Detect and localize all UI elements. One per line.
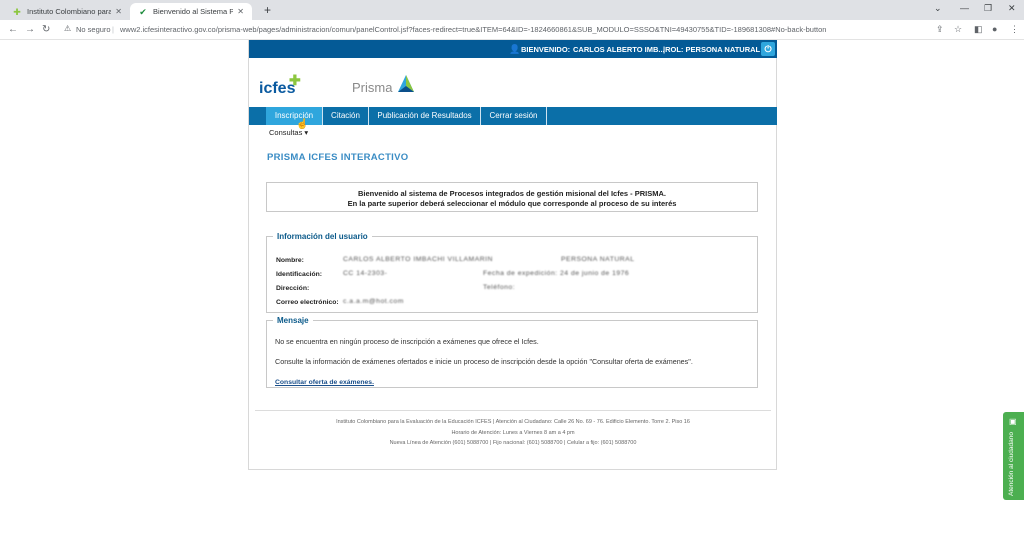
user-icon: 👤 bbox=[509, 44, 521, 54]
tab-title: Bienvenido al Sistema PRISMA bbox=[153, 7, 234, 16]
rol-value: PERSONA NATURAL bbox=[561, 256, 635, 263]
telefono-value: Teléfono: bbox=[483, 284, 516, 291]
welcome-label: BIENVENIDO: bbox=[521, 45, 571, 54]
welcome-box: Bienvenido al sistema de Procesos integr… bbox=[266, 182, 758, 212]
chat-icon: ▣ bbox=[1009, 417, 1017, 426]
menu-kebab-icon[interactable]: ⋮ bbox=[1010, 24, 1019, 35]
tab-title: Instituto Colombiano para la Eva bbox=[27, 7, 112, 16]
icfes-favicon-icon: ✚ bbox=[13, 6, 21, 17]
browser-tab-strip: ✚ Instituto Colombiano para la Eva ✕ ✔ B… bbox=[0, 0, 1024, 20]
footer-address: Instituto Colombiano para la Evaluación … bbox=[336, 419, 690, 425]
side-panel-icon[interactable]: ◧ bbox=[974, 24, 983, 35]
close-tab-icon[interactable]: ✕ bbox=[237, 7, 244, 16]
user-info-fieldset: Información del usuario Nombre: CARLOS A… bbox=[266, 232, 758, 313]
divider: | bbox=[112, 25, 114, 34]
correo-value: c.a.a.m@hot.com bbox=[343, 298, 404, 305]
tab-search-chevron-icon[interactable]: ⌄ bbox=[934, 3, 942, 14]
user-info-legend: Información del usuario bbox=[277, 232, 368, 241]
message-line-2: Consulte la información de exámenes ofer… bbox=[275, 357, 693, 366]
back-icon[interactable]: ← bbox=[8, 24, 18, 35]
correo-label: Correo electrónico: bbox=[276, 299, 339, 306]
browser-tab-icfes[interactable]: ✚ Instituto Colombiano para la Eva ✕ bbox=[4, 3, 130, 20]
profile-icon[interactable]: ● bbox=[992, 24, 997, 34]
new-tab-icon[interactable]: + bbox=[264, 3, 271, 17]
message-fieldset: Mensaje No se encuentra en ningún proces… bbox=[266, 316, 758, 388]
welcome-line-1: Bienvenido al sistema de Procesos integr… bbox=[357, 189, 666, 198]
fecha-expedicion-value: Fecha de expedición: 24 de junio de 1976 bbox=[483, 270, 630, 277]
share-icon[interactable]: ⇪ bbox=[936, 24, 944, 35]
submenu-consultas[interactable]: Consultas ▾ bbox=[269, 128, 308, 137]
browser-toolbar: ← → ↻ ⚠ No seguro | www2.icfesinteractiv… bbox=[0, 20, 1024, 40]
direccion-label: Dirección: bbox=[276, 285, 310, 292]
citizen-attention-label: Atención al ciudadano bbox=[1008, 432, 1015, 496]
menu-inscripcion[interactable]: Inscripción bbox=[266, 107, 323, 125]
minimize-icon[interactable]: — bbox=[960, 3, 969, 13]
consultar-oferta-link[interactable]: Consultar oferta de exámenes. bbox=[275, 379, 374, 386]
nombre-label: Nombre: bbox=[276, 257, 304, 264]
bookmark-star-icon[interactable]: ☆ bbox=[954, 24, 962, 35]
prisma-triangle-icon bbox=[398, 75, 414, 92]
footer-divider bbox=[255, 410, 771, 411]
forward-icon[interactable]: → bbox=[25, 24, 35, 35]
warning-icon[interactable]: ⚠ bbox=[64, 24, 71, 33]
identificacion-label: Identificación: bbox=[276, 271, 323, 278]
role-label: |ROL: bbox=[663, 45, 684, 54]
address-bar[interactable]: www2.icfesinteractivo.gov.co/prisma-web/… bbox=[120, 25, 826, 34]
message-legend: Mensaje bbox=[277, 316, 309, 325]
message-line-1: No se encuentra en ningún proceso de ins… bbox=[275, 337, 539, 346]
prisma-favicon-icon: ✔ bbox=[139, 6, 147, 17]
menu-citacion[interactable]: Citación bbox=[323, 107, 369, 125]
main-menu: Inscripción Citación Publicación de Resu… bbox=[249, 107, 777, 125]
footer-phones: Nueva Línea de Atención (601) 5088700 | … bbox=[389, 440, 637, 446]
browser-tab-prisma[interactable]: ✔ Bienvenido al Sistema PRISMA ✕ bbox=[130, 3, 252, 20]
identificacion-value: CC 14-2303- bbox=[343, 270, 388, 277]
prisma-logo-text: Prisma bbox=[352, 80, 393, 95]
prisma-page: 👤 BIENVENIDO: CARLOS ALBERTO IMB... |ROL… bbox=[248, 40, 777, 470]
icfes-plus-icon: ✚ bbox=[289, 72, 301, 88]
menu-cerrar-sesion[interactable]: Cerrar sesión bbox=[481, 107, 547, 125]
page-title: PRISMA ICFES INTERACTIVO bbox=[267, 152, 409, 163]
user-topbar: 👤 BIENVENIDO: CARLOS ALBERTO IMB... |ROL… bbox=[249, 40, 777, 58]
role-value: PERSONA NATURAL bbox=[685, 45, 761, 54]
nombre-value: CARLOS ALBERTO IMBACHI VILLAMARIN bbox=[343, 256, 493, 263]
restore-icon[interactable]: ❐ bbox=[984, 3, 992, 14]
reload-icon[interactable]: ↻ bbox=[42, 24, 50, 35]
citizen-attention-tab[interactable]: ▣ Atención al ciudadano bbox=[1003, 412, 1024, 500]
logout-power-icon[interactable]: ⏻ bbox=[761, 42, 775, 56]
close-window-icon[interactable]: ✕ bbox=[1008, 3, 1016, 14]
close-tab-icon[interactable]: ✕ bbox=[115, 7, 122, 16]
user-name: CARLOS ALBERTO IMB... bbox=[573, 45, 665, 54]
footer-hours: Horario de Atención: Lunes a Viernes 8 a… bbox=[451, 430, 575, 436]
security-label[interactable]: No seguro bbox=[76, 25, 111, 34]
menu-publicacion-resultados[interactable]: Publicación de Resultados bbox=[369, 107, 481, 125]
welcome-line-2: En la parte superior deberá seleccionar … bbox=[347, 199, 677, 208]
role-text: |ROL: PERSONA NATURAL bbox=[663, 45, 760, 54]
